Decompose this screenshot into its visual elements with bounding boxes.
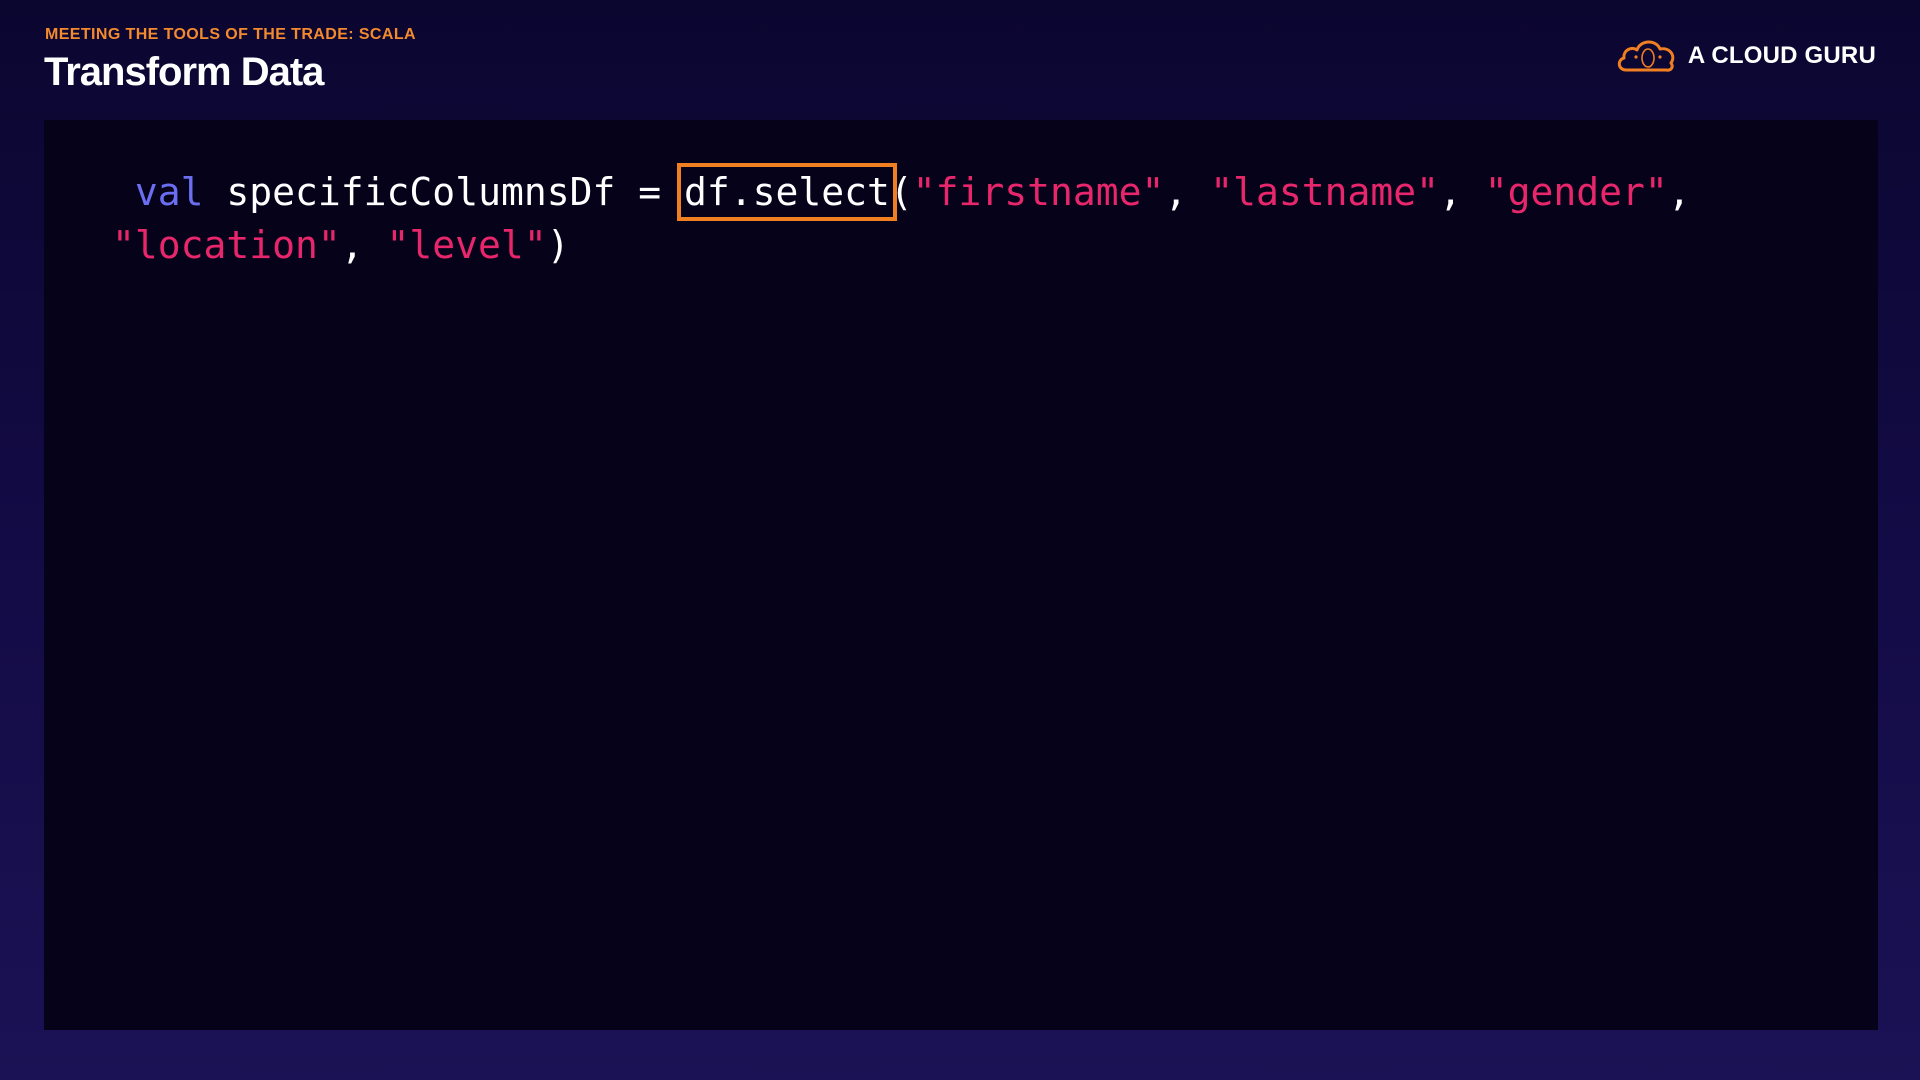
code-arg-firstname: "firstname" (912, 170, 1165, 214)
code-arg-level: "level" (386, 223, 547, 267)
cloud-icon (1617, 40, 1675, 72)
code-block: val specificColumnsDf = df.select("first… (112, 163, 1691, 272)
code-arg-location: "location" (112, 223, 341, 267)
page-title: Transform Data (44, 50, 324, 94)
brand-name: A CLOUD GURU (1687, 42, 1876, 69)
code-arg-lastname: "lastname" (1210, 170, 1439, 214)
code-close-paren: ) (546, 223, 570, 267)
code-panel: val specificColumnsDf = df.select("first… (44, 120, 1878, 1030)
code-keyword: val (134, 170, 204, 214)
code-variable: specificColumnsDf = (203, 170, 684, 214)
code-arg-gender: "gender" (1484, 170, 1668, 214)
code-separator: , (1164, 170, 1211, 214)
code-open-paren: ( (889, 170, 913, 214)
brand: A CLOUD GURU (1614, 36, 1876, 76)
code-trailing-comma: , (1667, 170, 1691, 214)
code-separator: , (1438, 170, 1485, 214)
code-separator: , (340, 223, 387, 267)
header-eyebrow: MEETING THE TOOLS OF THE TRADE: SCALA (45, 26, 416, 43)
code-highlighted-call: df.select (676, 163, 897, 221)
